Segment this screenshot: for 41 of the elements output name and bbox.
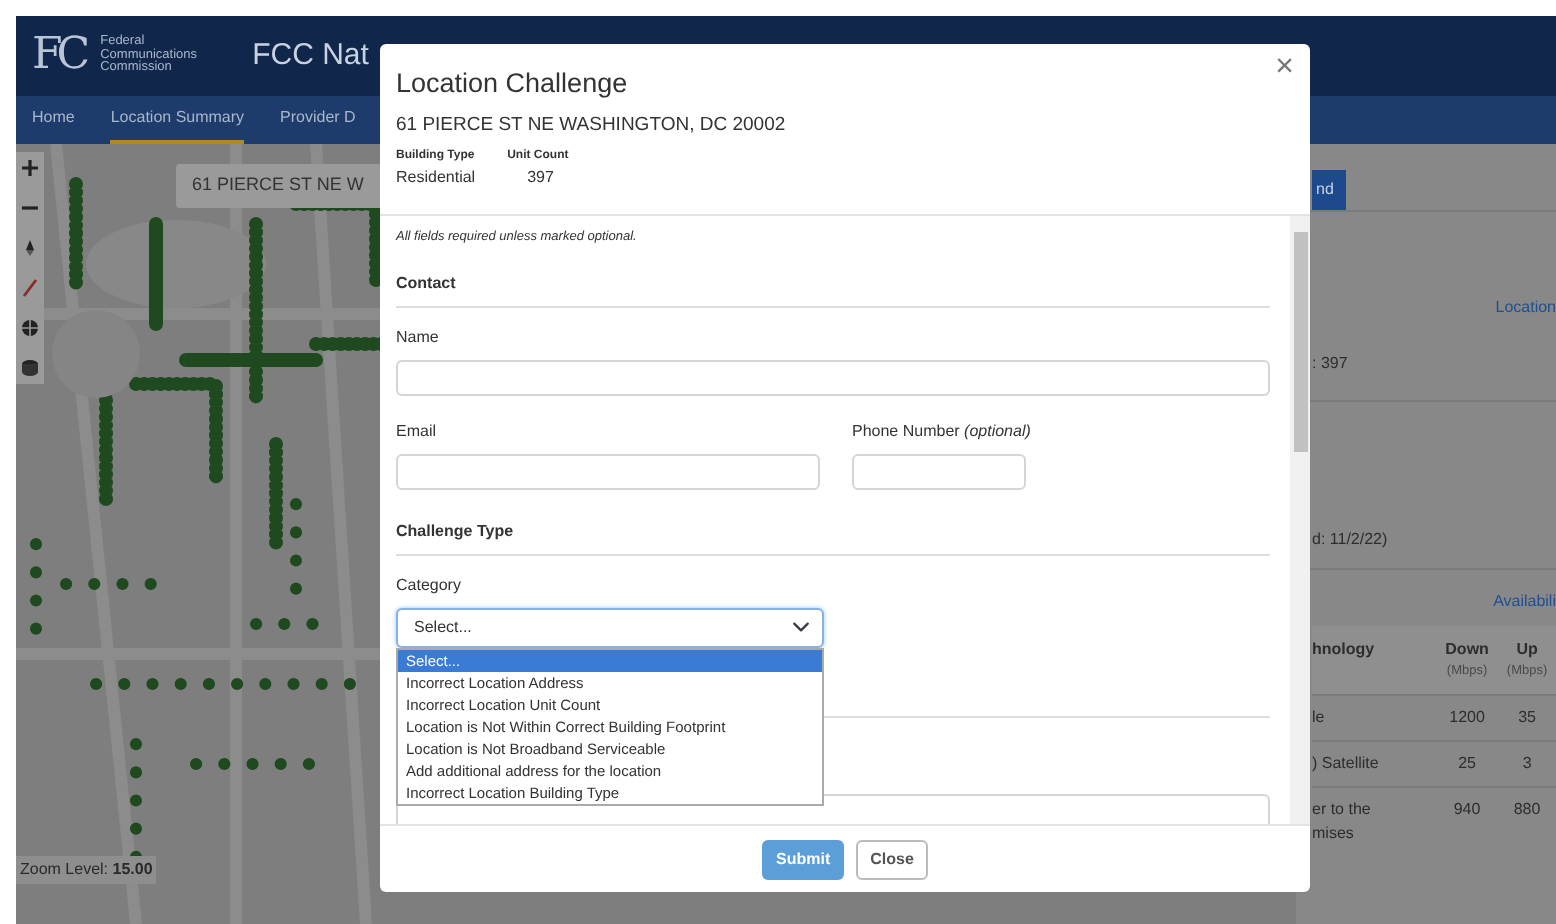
section-heading: Contact	[396, 271, 1270, 308]
table-cell: er to the mises	[1312, 786, 1436, 856]
close-button[interactable]: ×	[1275, 52, 1294, 84]
field-label: Phone Number (optional)	[852, 419, 1033, 444]
compass-icon[interactable]	[20, 238, 40, 258]
logo: FC	[32, 34, 85, 78]
globe-icon[interactable]	[20, 318, 40, 338]
scrollbar[interactable]	[1290, 216, 1310, 824]
table-cell: 35	[1498, 694, 1556, 741]
input-field[interactable]	[396, 453, 820, 490]
address: 61 PIERCE ST NE WASHINGTON, DC 20002	[396, 112, 788, 140]
table-cell: le	[1312, 694, 1436, 741]
field-label: Category	[396, 573, 463, 598]
search-button[interactable]: nd	[1312, 170, 1346, 210]
section-heading: Challenge Type	[396, 519, 1270, 556]
input-field[interactable]	[852, 453, 1026, 490]
input-field[interactable]	[396, 359, 1270, 396]
scrollbar-thumb[interactable]	[1293, 232, 1307, 452]
unit-count: : 397	[1312, 352, 1350, 376]
table-cell: 940	[1436, 786, 1499, 856]
pencil-icon[interactable]	[20, 278, 40, 298]
app-title: FCC Nat	[252, 35, 369, 76]
nav-tab[interactable]: Home	[32, 96, 75, 144]
table-cell: 25	[1436, 740, 1499, 787]
zoom-level: Zoom Level: 15.00	[16, 856, 157, 884]
nav-tab[interactable]: Provider D	[280, 96, 356, 144]
zoom-in-icon[interactable]	[20, 158, 40, 178]
modal-title: Location Challenge	[396, 66, 628, 102]
category-select[interactable]: Select...	[396, 607, 824, 648]
fact-value: 397	[525, 166, 556, 191]
column-header: hnology	[1312, 626, 1436, 695]
table-cell: 3	[1498, 740, 1556, 787]
fact-value: Residential	[396, 166, 476, 191]
table-cell: 1200	[1436, 694, 1499, 741]
table-cell: 880	[1498, 786, 1556, 856]
close-button[interactable]: Close	[856, 839, 928, 879]
field-label: Email	[396, 419, 439, 444]
field-label: Name	[396, 325, 441, 350]
layers-icon[interactable]	[20, 358, 40, 378]
updated-date: d: 11/2/22)	[1312, 528, 1390, 552]
table-cell: ) Satellite	[1312, 740, 1436, 787]
